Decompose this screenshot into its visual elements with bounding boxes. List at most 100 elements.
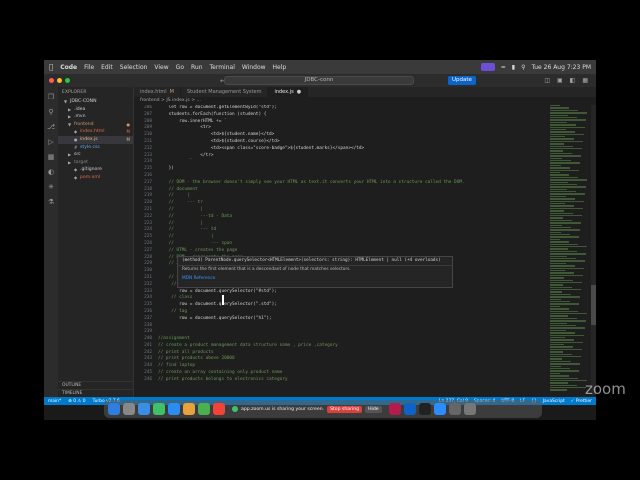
code-line[interactable]: 214 ` [134, 159, 580, 166]
finder-icon[interactable] [108, 403, 120, 415]
code-line[interactable]: 212 <td><span class="score-badge">${stud… [134, 146, 580, 153]
tree-item-pom-xml[interactable]: ◆ pom.xml [58, 174, 133, 182]
code-line[interactable]: 235 row = document.querySelector(".std")… [134, 302, 580, 309]
tree-item-frontend[interactable]: ▼ frontend ● [58, 121, 133, 129]
explorer-icon[interactable]: ❐ [48, 93, 54, 101]
tree-item-mvn[interactable]: ▶ .mvn [58, 113, 133, 121]
intellij-icon[interactable] [388, 403, 401, 415]
toggle-secondary-sidebar-icon[interactable]: ◧ [570, 77, 576, 84]
mail-icon[interactable] [168, 403, 180, 415]
menubar-clock[interactable]: Tue 26 Aug 7:23 PM [532, 64, 592, 71]
tab-student-management-system[interactable]: Student Management System [181, 87, 269, 97]
minimap[interactable] [550, 105, 590, 395]
code-line[interactable]: 236 // tag [134, 309, 580, 316]
layout-icon[interactable]: ▦ [582, 77, 588, 84]
code-line[interactable]: 210 <td>${student.name}</td> [134, 132, 580, 139]
tab-index-html[interactable]: index.html M [134, 87, 181, 97]
menu-terminal[interactable]: Terminal [210, 64, 235, 71]
menu-selection[interactable]: Selection [120, 64, 148, 71]
code-line[interactable]: 225 // | [134, 234, 580, 241]
menu-help[interactable]: Help [273, 64, 287, 71]
menu-run[interactable]: Run [191, 64, 203, 71]
code-line[interactable]: 213 </tr> [134, 153, 580, 160]
tree-item-src[interactable]: ▶ src [58, 151, 133, 159]
menu-window[interactable]: Window [242, 64, 266, 71]
zoom-app-icon[interactable] [433, 403, 446, 415]
code-line[interactable]: 206 let row = document.getElementById("s… [134, 105, 580, 112]
problems-indicator[interactable]: ⊗ 0 ⚠ 0 [68, 399, 85, 404]
menu-go[interactable]: Go [176, 64, 184, 71]
minimize-window-button[interactable] [57, 78, 62, 83]
code-line[interactable]: 220 // --- tr [134, 200, 580, 207]
tree-item-gitignore[interactable]: ◆ .gitignore [58, 166, 133, 174]
ai-assist-icon[interactable]: ✳ [48, 183, 54, 191]
command-center-search[interactable]: JDBC-conn [224, 76, 414, 85]
outline-section[interactable]: OUTLINE [58, 381, 133, 389]
code-line[interactable]: 217 // DOM - the browser doesn't simply … [134, 180, 580, 187]
code-line[interactable]: 226 // --- span [134, 241, 580, 248]
code-line[interactable]: 237 row = document.querySelector("h1"); [134, 316, 580, 323]
code-line[interactable]: 218 // document [134, 187, 580, 194]
toggle-panel-icon[interactable]: ▣ [557, 77, 563, 84]
calendar-icon[interactable] [213, 403, 225, 415]
mdn-reference-link[interactable]: MDN Reference [178, 273, 452, 284]
trash-icon[interactable] [463, 403, 476, 415]
code-line[interactable]: 222 // ---td - Data [134, 214, 580, 221]
tree-item-idea[interactable]: ▶ .idea [58, 106, 133, 114]
tree-item-style-css[interactable]: # style.css [58, 144, 133, 152]
branch-indicator[interactable]: main* [48, 399, 61, 404]
stop-sharing-button[interactable]: Stop sharing [327, 405, 363, 413]
launchpad-icon[interactable] [123, 403, 135, 415]
safari-icon[interactable] [138, 403, 150, 415]
menu-code[interactable]: Code [60, 64, 77, 71]
code-line[interactable]: 233 row = document.querySelector("#std")… [134, 289, 580, 296]
run-debug-icon[interactable]: ▷ [48, 138, 53, 146]
zoom-window-button[interactable] [65, 78, 70, 83]
code-line[interactable]: 243// print products above 20000 [134, 356, 580, 363]
photos-icon[interactable] [183, 403, 195, 415]
prettier-indicator[interactable]: ✓ Prettier [571, 399, 592, 404]
editor-scrollbar[interactable] [591, 105, 596, 395]
toggle-sidebar-icon[interactable]: ◫ [544, 77, 550, 84]
tree-item-target[interactable]: ▶ target [58, 159, 133, 167]
search-icon[interactable]: ⚲ [48, 108, 53, 116]
code-line[interactable]: 238 [134, 323, 580, 330]
close-window-button[interactable] [49, 78, 54, 83]
tree-item-index-html[interactable]: ◆ index.html M [58, 128, 133, 136]
code-line[interactable]: 216 [134, 173, 580, 180]
messages-icon[interactable] [153, 403, 165, 415]
apple-menu-icon[interactable]:  [49, 63, 53, 71]
code-line[interactable]: 215 }) [134, 166, 580, 173]
code-line[interactable]: 221 // | [134, 207, 580, 214]
extensions-icon[interactable]: ▦ [48, 153, 55, 161]
menu-view[interactable]: View [154, 64, 168, 71]
remote-icon[interactable]: ◐ [48, 168, 54, 176]
tree-item-index-js[interactable]: ● index.js M [58, 135, 133, 144]
vscode-icon[interactable] [403, 403, 416, 415]
breadcrumb[interactable]: frontend > JS index.js > ... [134, 97, 596, 105]
language-mode[interactable]: JavaScript [543, 399, 565, 404]
testing-icon[interactable]: ⚗ [48, 198, 54, 206]
code-line[interactable]: 241 // create a product management data s… [134, 343, 580, 350]
zoom-share-indicator-icon[interactable] [480, 63, 495, 71]
scrollbar-thumb[interactable] [591, 285, 596, 325]
code-line[interactable]: 245 // create an array containing only pr… [134, 370, 580, 377]
hide-button[interactable]: Hide [365, 405, 382, 413]
code-line[interactable]: 207 students.forEach(function (student) … [134, 112, 580, 119]
code-line[interactable]: 227 // HTML - creates the page [134, 248, 580, 255]
project-root[interactable]: ▼ JDBC-CONN [58, 98, 133, 106]
menu-edit[interactable]: Edit [101, 64, 113, 71]
code-line[interactable]: 239 [134, 329, 580, 336]
code-line[interactable]: 240 //assignment [134, 336, 580, 343]
downloads-icon[interactable] [448, 403, 461, 415]
code-line[interactable]: 246 // print products belongs to electron… [134, 377, 580, 384]
update-button[interactable]: Update [448, 76, 476, 85]
wifi-icon[interactable]: ≈ [501, 64, 506, 71]
tab-index-js[interactable]: index.js ● [268, 87, 309, 97]
source-control-icon[interactable]: ⎇ [47, 123, 55, 131]
timeline-section[interactable]: TIMELINE [58, 389, 133, 397]
battery-icon[interactable]: ▮ [512, 64, 515, 71]
search-icon[interactable]: ⚲ [521, 64, 525, 71]
menu-file[interactable]: File [84, 64, 94, 71]
code-editor[interactable]: 206 let row = document.getElementById("s… [134, 105, 580, 397]
